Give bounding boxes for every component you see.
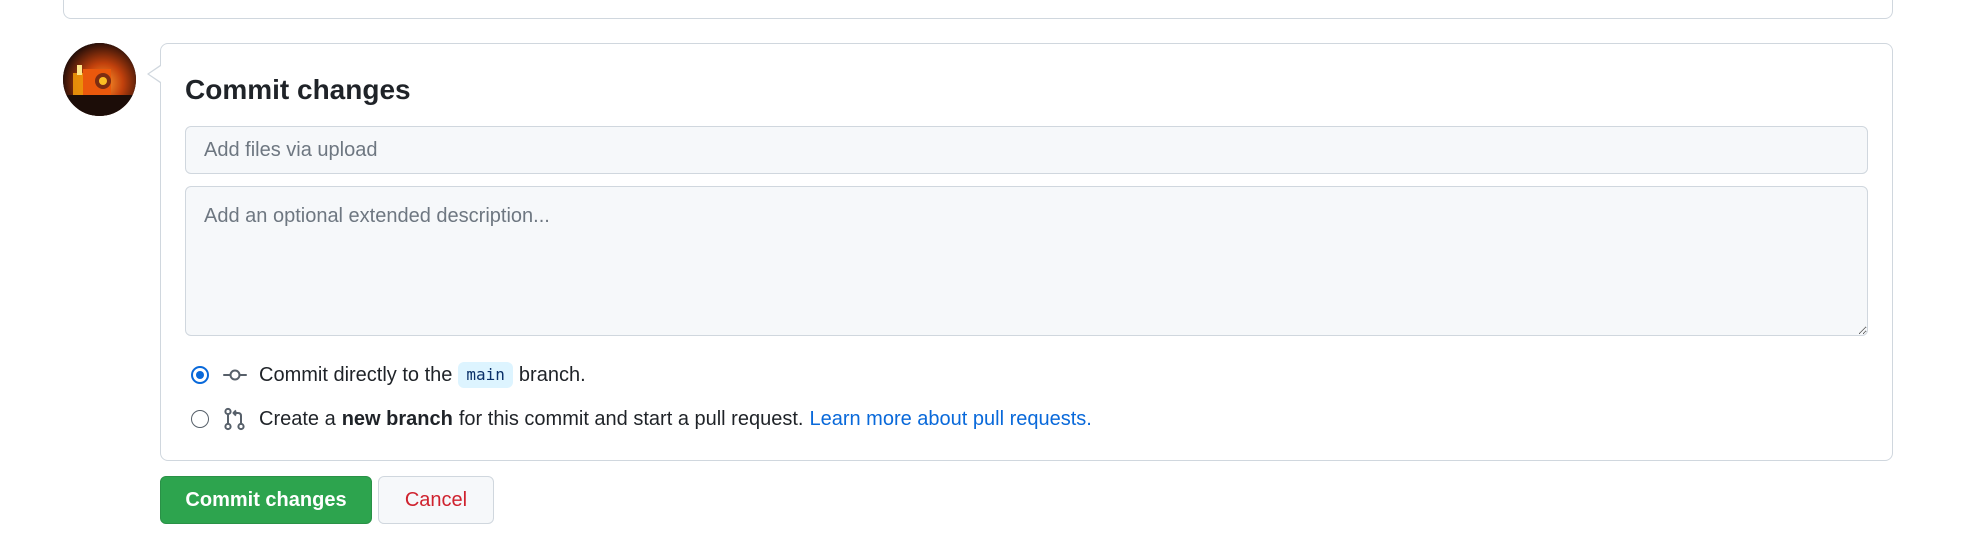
previous-section-box bbox=[63, 0, 1893, 19]
new-branch-radio[interactable] bbox=[191, 410, 209, 428]
option-commit-direct[interactable]: Commit directly to the main branch. bbox=[191, 362, 586, 388]
option-new-branch-bold: new branch bbox=[341, 408, 453, 430]
commit-direct-radio[interactable] bbox=[191, 366, 209, 384]
commit-summary-input[interactable] bbox=[185, 126, 1868, 174]
cancel-button[interactable]: Cancel bbox=[378, 476, 494, 524]
git-pull-request-icon bbox=[223, 407, 247, 431]
commit-changes-button[interactable]: Commit changes bbox=[160, 476, 372, 524]
git-commit-icon bbox=[223, 363, 247, 387]
commit-description-textarea[interactable] bbox=[185, 186, 1868, 336]
avatar[interactable] bbox=[63, 43, 136, 116]
panel-caret-fill bbox=[149, 66, 161, 82]
avatar-image bbox=[63, 43, 136, 116]
option-new-branch-suffix: for this commit and start a pull request… bbox=[458, 408, 804, 430]
option-new-branch[interactable]: Create a new branch for this commit and … bbox=[191, 406, 1092, 432]
option-direct-prefix: Commit directly to the bbox=[259, 364, 453, 386]
branch-name: main bbox=[458, 362, 513, 388]
option-direct-suffix: branch. bbox=[518, 364, 586, 386]
commit-panel: Commit changes Commit directly to the ma… bbox=[160, 43, 1893, 461]
learn-more-pull-requests-link[interactable]: Learn more about pull requests. bbox=[809, 406, 1091, 432]
option-new-branch-prefix: Create a bbox=[259, 408, 336, 430]
commit-title: Commit changes bbox=[185, 74, 411, 105]
